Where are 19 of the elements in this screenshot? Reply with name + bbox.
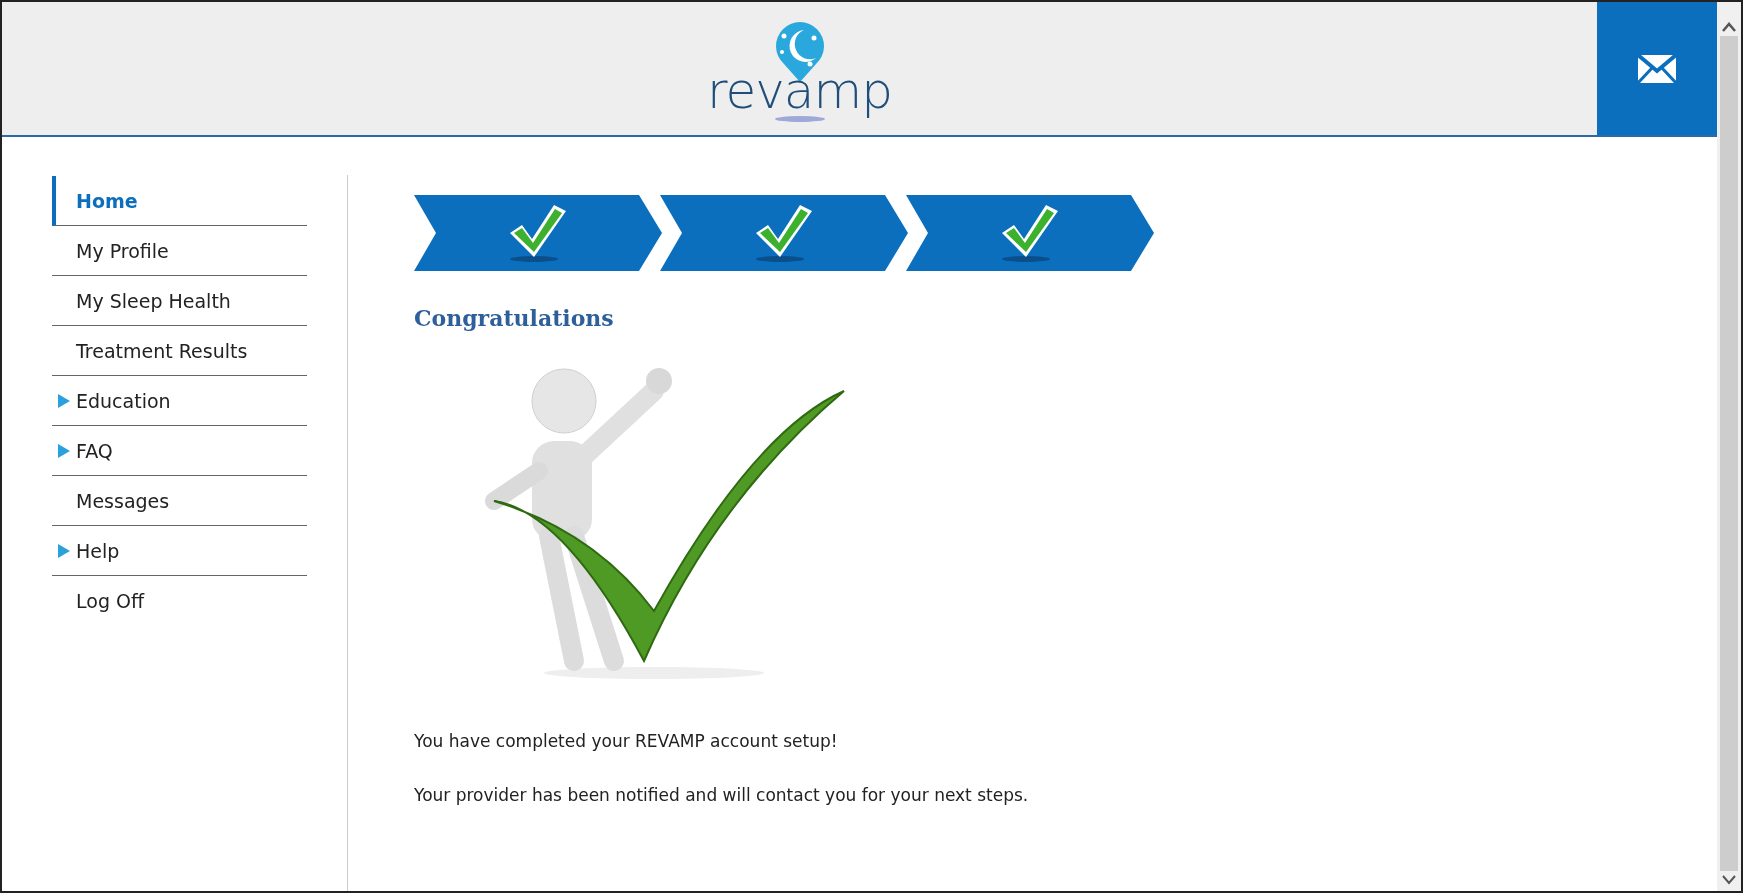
nav-item[interactable]: FAQ [52,426,307,476]
triangle-icon [58,393,70,408]
nav-item[interactable]: My Profile [52,226,307,276]
triangle-icon [58,443,70,458]
nav-item[interactable]: Home [52,176,307,226]
triangle-icon [58,543,70,558]
nav-item[interactable]: Treatment Results [52,326,307,376]
scrollbar[interactable] [1717,2,1741,891]
nav-item[interactable]: Log Off [52,576,307,626]
logo-text: revamp [707,65,892,116]
nav-item[interactable]: Messages [52,476,307,526]
nav-item[interactable]: Help [52,526,307,576]
nav-item[interactable]: Education [52,376,307,426]
page-title: Congratulations [414,305,615,331]
mail-icon [1637,53,1677,84]
message-text: Your provider has been notified and will contact you for your next steps. [414,785,1030,805]
mail-button[interactable] [1597,2,1717,135]
nav-item[interactable]: My Sleep Health [52,276,307,326]
message-text: You have completed your REVAMP account setup! [414,731,839,751]
